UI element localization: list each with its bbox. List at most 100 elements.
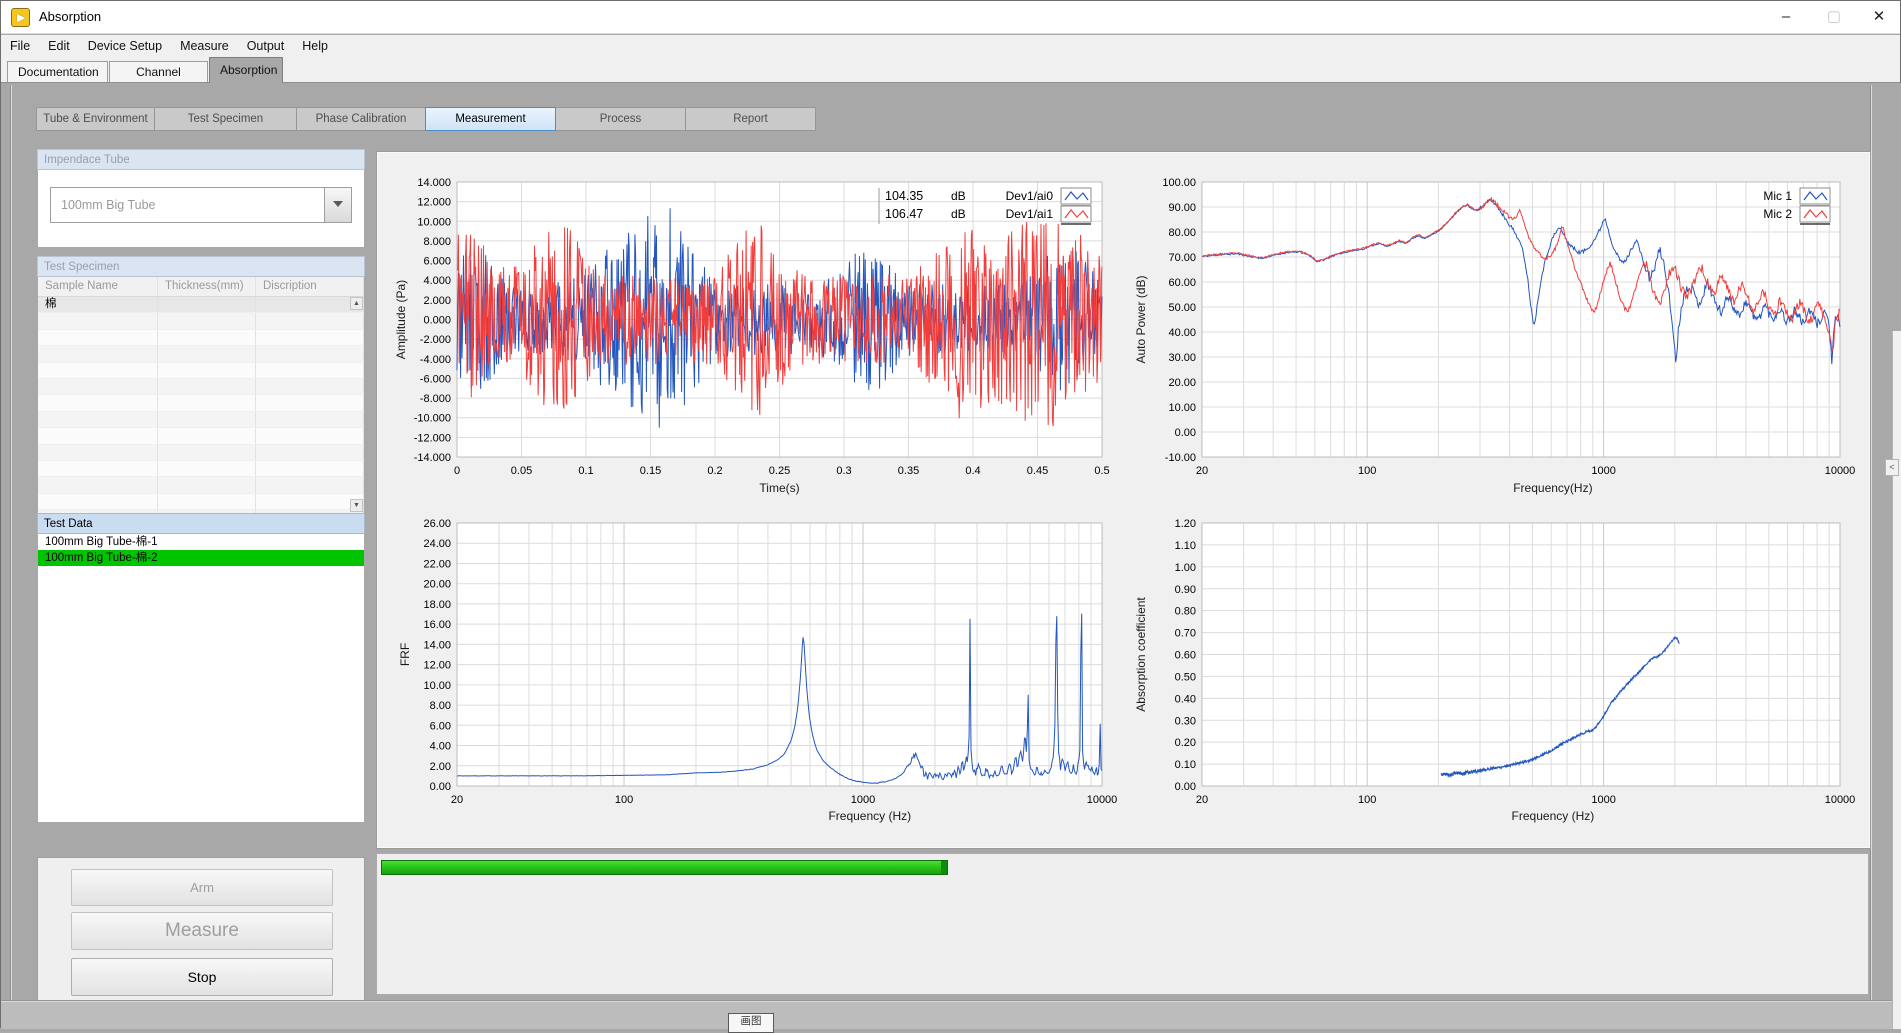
specimen-cell[interactable] <box>256 395 364 410</box>
specimen-row[interactable] <box>38 346 364 362</box>
specimen-cell[interactable] <box>158 428 256 443</box>
test-data-list[interactable]: 100mm Big Tube-棉-1100mm Big Tube-棉-2 <box>37 534 365 823</box>
specimen-row[interactable] <box>38 445 364 461</box>
specimen-cell[interactable] <box>256 363 364 378</box>
specimen-cell[interactable] <box>158 477 256 492</box>
specimen-cell[interactable] <box>158 445 256 460</box>
test-specimen-table[interactable]: Sample Name Thickness(mm) Discription 棉 … <box>37 277 365 514</box>
stop-button[interactable]: Stop <box>71 958 333 996</box>
subtab-test-specimen[interactable]: Test Specimen <box>154 107 297 131</box>
specimen-cell[interactable] <box>256 379 364 394</box>
specimen-cell[interactable] <box>256 346 364 361</box>
specimen-cell[interactable] <box>38 412 158 427</box>
col-thickness[interactable]: Thickness(mm) <box>158 277 256 296</box>
tab-documentation[interactable]: Documentation <box>7 61 108 82</box>
specimen-cell[interactable] <box>38 461 158 476</box>
specimen-row[interactable] <box>38 363 364 379</box>
specimen-cell[interactable] <box>158 297 256 312</box>
tab-absorption[interactable]: Absorption <box>209 57 283 83</box>
specimen-row[interactable] <box>38 379 364 395</box>
specimen-cell[interactable] <box>38 428 158 443</box>
specimen-cell[interactable] <box>38 379 158 394</box>
specimen-cell[interactable] <box>38 363 158 378</box>
right-scrollbar[interactable] <box>1892 331 1901 1029</box>
legend-label[interactable]: Dev1/ai1 <box>1006 207 1054 221</box>
menu-file[interactable]: File <box>1 39 39 53</box>
legend-label[interactable]: Mic 2 <box>1763 207 1792 221</box>
menu-measure[interactable]: Measure <box>171 39 238 53</box>
scroll-down-icon[interactable]: ▼ <box>350 499 363 512</box>
specimen-cell[interactable]: 棉 <box>38 297 158 312</box>
specimen-cell[interactable] <box>256 461 364 476</box>
specimen-cell[interactable] <box>38 477 158 492</box>
scroll-up-icon[interactable]: ▲ <box>350 297 363 310</box>
specimen-row[interactable] <box>38 494 364 510</box>
legend-label[interactable]: Dev1/ai0 <box>1006 189 1054 203</box>
specimen-cell[interactable] <box>158 330 256 345</box>
tube-select[interactable]: 100mm Big Tube <box>50 187 352 223</box>
measure-button[interactable]: Measure <box>71 912 333 950</box>
specimen-cell[interactable] <box>158 313 256 328</box>
test-data-item[interactable]: 100mm Big Tube-棉-2 <box>38 550 364 566</box>
specimen-row[interactable]: 棉 <box>38 297 364 313</box>
menu-device-setup[interactable]: Device Setup <box>79 39 171 53</box>
specimen-cell[interactable] <box>38 445 158 460</box>
popup-window-tab[interactable]: 画图 <box>728 1013 774 1033</box>
menu-edit[interactable]: Edit <box>39 39 79 53</box>
collapse-left-icon[interactable]: < <box>1885 459 1899 476</box>
specimen-cell[interactable] <box>38 494 158 509</box>
subtab-report[interactable]: Report <box>685 107 816 131</box>
specimen-row[interactable] <box>38 428 364 444</box>
specimen-cell[interactable] <box>158 461 256 476</box>
specimen-cell[interactable] <box>256 477 364 492</box>
close-button[interactable]: ✕ <box>1857 1 1901 33</box>
svg-text:10000: 10000 <box>1087 794 1118 806</box>
legend-plot-icon[interactable] <box>1800 188 1830 204</box>
col-sample-name[interactable]: Sample Name <box>38 277 158 296</box>
menu-output[interactable]: Output <box>238 39 294 53</box>
specimen-cell[interactable] <box>158 494 256 509</box>
specimen-row[interactable] <box>38 313 364 329</box>
specimen-row[interactable] <box>38 395 364 411</box>
subtab-process[interactable]: Process <box>555 107 686 131</box>
specimen-scrollbar[interactable]: ▲ ▼ <box>350 297 363 512</box>
specimen-row[interactable] <box>38 477 364 493</box>
subtab-measurement[interactable]: Measurement <box>425 107 556 131</box>
specimen-cell[interactable] <box>158 346 256 361</box>
specimen-cell[interactable] <box>256 445 364 460</box>
specimen-cell[interactable] <box>256 494 364 509</box>
specimen-row[interactable] <box>38 330 364 346</box>
specimen-cell[interactable] <box>256 297 364 312</box>
specimen-cell[interactable] <box>256 313 364 328</box>
menu-help[interactable]: Help <box>293 39 337 53</box>
specimen-cell[interactable] <box>256 412 364 427</box>
arm-button[interactable]: Arm <box>71 869 333 906</box>
subtab-phase-calibration[interactable]: Phase Calibration <box>296 107 426 131</box>
svg-text:100: 100 <box>615 794 633 806</box>
test-data-item[interactable]: 100mm Big Tube-棉-1 <box>38 534 364 550</box>
col-discription[interactable]: Discription <box>256 277 364 296</box>
specimen-cell[interactable] <box>158 395 256 410</box>
legend-plot-icon[interactable] <box>1061 188 1091 204</box>
specimen-cell[interactable] <box>256 428 364 443</box>
specimen-row[interactable] <box>38 412 364 428</box>
specimen-cell[interactable] <box>38 330 158 345</box>
minimize-button[interactable]: – <box>1764 1 1808 33</box>
svg-text:20.00: 20.00 <box>423 579 451 591</box>
tube-select-arrow[interactable] <box>324 188 351 222</box>
specimen-cell[interactable] <box>256 330 364 345</box>
maximize-button[interactable]: ▢ <box>1812 1 1856 33</box>
legend-label[interactable]: Mic 1 <box>1763 189 1792 203</box>
legend-plot-icon[interactable] <box>1800 206 1830 222</box>
specimen-cell[interactable] <box>38 313 158 328</box>
subtab-tube-environment[interactable]: Tube & Environment <box>36 107 155 131</box>
specimen-cell[interactable] <box>38 395 158 410</box>
specimen-cell[interactable] <box>158 412 256 427</box>
specimen-cell[interactable] <box>158 379 256 394</box>
specimen-cell[interactable] <box>38 346 158 361</box>
specimen-row[interactable] <box>38 461 364 477</box>
specimen-cell[interactable] <box>158 363 256 378</box>
specimen-table: Sample Name Thickness(mm) Discription 棉 … <box>38 277 364 513</box>
legend-plot-icon[interactable] <box>1061 206 1091 222</box>
tab-channel-setup[interactable]: Channel Setup <box>109 61 208 82</box>
